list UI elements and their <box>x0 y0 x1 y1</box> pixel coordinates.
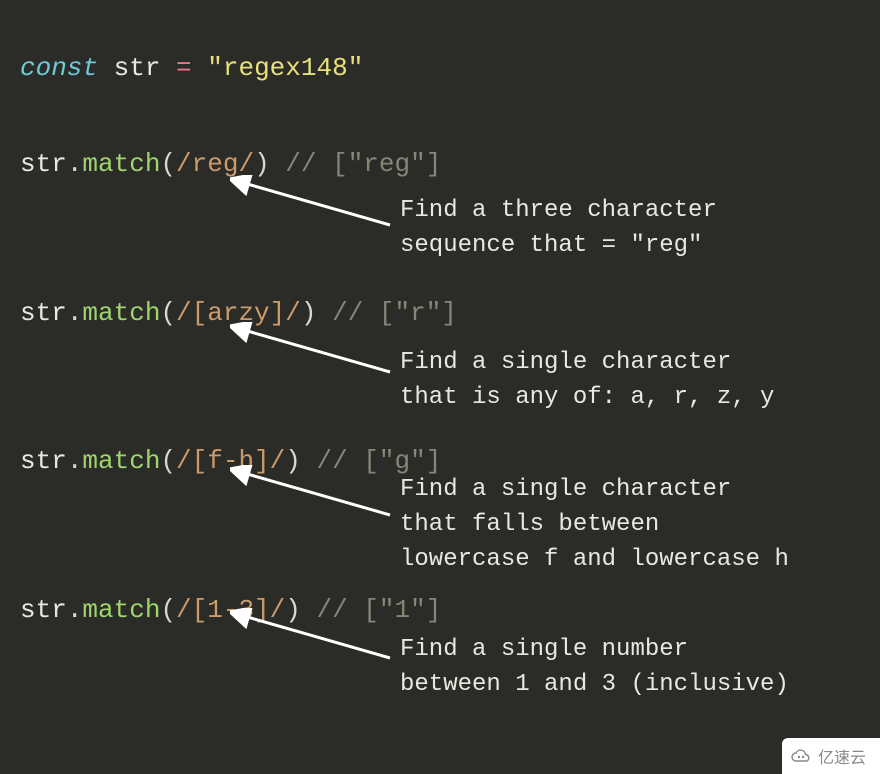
declaration-line: const str = "regex148" <box>20 50 860 86</box>
method-name: match <box>82 149 160 179</box>
method-name: match <box>82 595 160 625</box>
regex-literal: /reg/ <box>176 149 254 179</box>
code-comment: // ["reg"] <box>285 149 441 179</box>
annotation-text: that is any of: a, r, z, y <box>400 384 774 411</box>
code-comment: // ["g"] <box>316 446 441 476</box>
var-name: str <box>114 53 161 83</box>
equals-op: = <box>176 53 192 83</box>
annotation-1: Find a three character sequence that = "… <box>400 194 717 264</box>
annotation-text: Find a single character <box>400 349 731 376</box>
annotation-text: Find a single number <box>400 636 688 663</box>
annotation-text: that falls between <box>400 511 659 538</box>
obj-ref: str <box>20 298 67 328</box>
annotation-4: Find a single number between 1 and 3 (in… <box>400 633 789 703</box>
annotation-text: between 1 and 3 (inclusive) <box>400 671 789 698</box>
code-line-4: str.match(/[1-3]/) // ["1"] <box>20 592 860 628</box>
annotation-text: Find a single character <box>400 476 731 503</box>
obj-ref: str <box>20 149 67 179</box>
method-name: match <box>82 298 160 328</box>
regex-literal: /[arzy]/ <box>176 298 301 328</box>
annotation-text: lowercase f and lowercase h <box>400 546 789 573</box>
code-comment: // ["1"] <box>316 595 441 625</box>
regex-literal: /[1-3]/ <box>176 595 285 625</box>
method-name: match <box>82 446 160 476</box>
code-comment: // ["r"] <box>332 298 457 328</box>
obj-ref: str <box>20 595 67 625</box>
string-literal: "regex148" <box>207 53 363 83</box>
annotation-3: Find a single character that falls betwe… <box>400 473 789 577</box>
keyword-const: const <box>20 53 98 83</box>
regex-literal: /[f-h]/ <box>176 446 285 476</box>
code-line-1: str.match(/reg/) // ["reg"] <box>20 146 860 182</box>
obj-ref: str <box>20 446 67 476</box>
annotation-2: Find a single character that is any of: … <box>400 346 774 416</box>
code-line-2: str.match(/[arzy]/) // ["r"] <box>20 295 860 331</box>
annotation-text: Find a three character <box>400 197 717 224</box>
watermark-text: 亿速云 <box>818 744 866 768</box>
watermark: 亿速云 <box>782 738 880 774</box>
annotation-text: sequence that = "reg" <box>400 232 702 259</box>
cloud-icon <box>790 748 812 764</box>
